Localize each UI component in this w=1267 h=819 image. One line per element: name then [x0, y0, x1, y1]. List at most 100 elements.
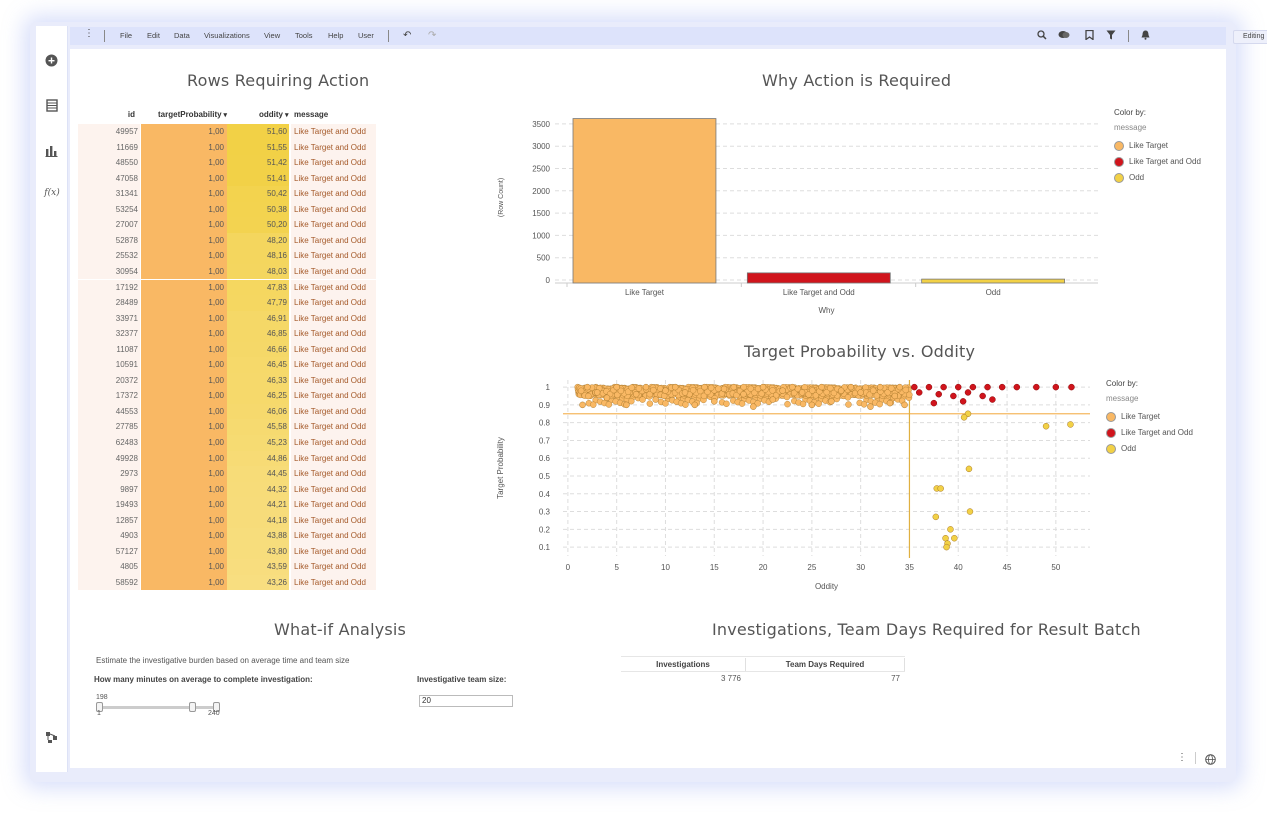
- scatter-point: [911, 383, 918, 391]
- table-row[interactable]: 27007 1,00 50,20 Like Target and Odd: [78, 217, 378, 233]
- minutes-slider-thumb[interactable]: [189, 702, 197, 712]
- legend-label: Like Target: [1121, 412, 1160, 421]
- visualizations-icon[interactable]: [44, 144, 59, 159]
- cell-message: Like Target and Odd: [291, 481, 376, 498]
- table-row[interactable]: 49928 1,00 44,86 Like Target and Odd: [78, 450, 378, 467]
- menu-edit[interactable]: Edit: [147, 31, 160, 40]
- menu-file[interactable]: File: [120, 31, 132, 40]
- more-options-icon[interactable]: ⋮: [1177, 752, 1187, 763]
- menu-help[interactable]: Help: [328, 31, 343, 40]
- team-size-input[interactable]: 20: [419, 695, 513, 707]
- bar: [746, 272, 891, 284]
- table-row[interactable]: 17192 1,00 47,83 Like Target and Odd: [78, 279, 378, 295]
- cell-id: 11087: [78, 341, 140, 358]
- menu-divider: [104, 30, 105, 42]
- globe-icon[interactable]: [1205, 752, 1216, 770]
- bar-chart: 0 500 1000 1500 2000 2500 3000 3500 Like Target L…: [498, 118, 1098, 315]
- more-menu-icon[interactable]: ⋮: [84, 28, 94, 39]
- cell-targetprobability: 1,00: [141, 295, 227, 311]
- cell-id: 20372: [78, 372, 140, 389]
- menu-data[interactable]: Data: [174, 31, 190, 40]
- menu-visualizations[interactable]: Visualizations: [204, 31, 250, 40]
- table-row[interactable]: 12857 1,00 44,18 Like Target and Odd: [78, 512, 378, 529]
- cell-id: 9897: [78, 481, 140, 498]
- y-tick-label: 3500: [532, 120, 550, 129]
- table-row[interactable]: 33971 1,00 46,91 Like Target and Odd: [78, 310, 378, 327]
- scatter-point: [652, 396, 659, 403]
- cell-oddity: 51,42: [227, 155, 289, 171]
- table-row[interactable]: 28489 1,00 47,79 Like Target and Odd: [78, 295, 378, 311]
- table-row[interactable]: 44553 1,00 46,06 Like Target and Odd: [78, 403, 378, 420]
- data-table-icon[interactable]: [44, 99, 59, 114]
- table-row[interactable]: 31341 1,00 50,42 Like Target and Odd: [78, 186, 378, 202]
- scatter-point: [671, 383, 679, 391]
- table-row[interactable]: 4903 1,00 43,88 Like Target and Odd: [78, 528, 378, 544]
- table-row[interactable]: 11669 1,00 51,55 Like Target and Odd: [78, 139, 378, 156]
- table-row[interactable]: 20372 1,00 46,33 Like Target and Odd: [78, 372, 378, 389]
- table-row[interactable]: 27785 1,00 45,58 Like Target and Odd: [78, 419, 378, 435]
- table-row[interactable]: 17372 1,00 46,25 Like Target and Odd: [78, 388, 378, 404]
- table-row[interactable]: 30954 1,00 48,03 Like Target and Odd: [78, 263, 378, 280]
- menu-tools[interactable]: Tools: [295, 31, 313, 40]
- table-row[interactable]: 62483 1,00 45,23 Like Target and Odd: [78, 435, 378, 451]
- table-row[interactable]: 10591 1,00 46,45 Like Target and Odd: [78, 357, 378, 373]
- legend-item-odd[interactable]: Odd: [1114, 170, 1201, 186]
- redo-icon[interactable]: ↷: [428, 30, 436, 41]
- hierarchy-icon[interactable]: [44, 731, 59, 746]
- menu-user[interactable]: User: [358, 31, 374, 40]
- scatter-point: [635, 385, 643, 392]
- search-icon[interactable]: [1037, 30, 1047, 43]
- column-header-targetprobability[interactable]: targetProbability ▾: [158, 110, 227, 124]
- y-tick-label: 0.7: [539, 436, 551, 445]
- scatter-point: [947, 526, 954, 533]
- table-row[interactable]: 25532 1,00 48,16 Like Target and Odd: [78, 248, 378, 264]
- column-header-id[interactable]: id: [78, 110, 135, 124]
- table-row[interactable]: 48550 1,00 51,42 Like Target and Odd: [78, 155, 378, 171]
- x-tick-label: 15: [710, 563, 719, 572]
- cell-id: 27785: [78, 419, 140, 435]
- cell-oddity: 44,86: [227, 450, 289, 467]
- scatter-point: [1052, 383, 1060, 391]
- table-row[interactable]: 19493 1,00 44,21 Like Target and Odd: [78, 497, 378, 513]
- scatter-point: [989, 396, 996, 403]
- cell-targetprobability: 1,00: [141, 419, 227, 435]
- scatter-point: [960, 414, 968, 421]
- column-header-oddity[interactable]: oddity ▾: [259, 110, 288, 124]
- minutes-slider-track[interactable]: [99, 706, 217, 709]
- scatter-point: [966, 508, 974, 515]
- menu-view[interactable]: View: [264, 31, 280, 40]
- comments-icon[interactable]: [1058, 30, 1070, 43]
- table-divider: [621, 656, 905, 657]
- table-row[interactable]: 47058 1,00 51,41 Like Target and Odd: [78, 170, 378, 187]
- table-row[interactable]: 52878 1,00 48,20 Like Target and Odd: [78, 232, 378, 249]
- table-row[interactable]: 11087 1,00 46,66 Like Target and Odd: [78, 341, 378, 358]
- notifications-icon[interactable]: [1141, 30, 1150, 43]
- mode-select[interactable]: Editing ⌄: [1233, 30, 1267, 44]
- undo-icon[interactable]: ↶: [403, 30, 411, 41]
- filter-icon[interactable]: [1106, 30, 1116, 43]
- table-row[interactable]: 58592 1,00 43,26 Like Target and Odd: [78, 574, 378, 591]
- column-header-investigations[interactable]: Investigations: [621, 658, 746, 671]
- bookmark-icon[interactable]: [1085, 29, 1094, 43]
- table-row[interactable]: 53254 1,00 50,38 Like Target and Odd: [78, 201, 378, 218]
- add-icon[interactable]: [44, 54, 59, 69]
- table-row[interactable]: 2973 1,00 44,45 Like Target and Odd: [78, 466, 378, 482]
- table-row[interactable]: 9897 1,00 44,32 Like Target and Odd: [78, 481, 378, 498]
- legend-item-odd[interactable]: Odd: [1106, 441, 1193, 457]
- legend-item-like-target-and-odd[interactable]: Like Target and Odd: [1114, 154, 1201, 170]
- table-row[interactable]: 57127 1,00 43,80 Like Target and Odd: [78, 543, 378, 560]
- x-axis-label: Why: [819, 306, 835, 315]
- column-header-message[interactable]: message: [294, 110, 328, 124]
- table-row[interactable]: 32377 1,00 46,85 Like Target and Odd: [78, 326, 378, 342]
- cell-id: 57127: [78, 543, 140, 560]
- cell-oddity: 43,26: [227, 574, 289, 591]
- legend-item-like-target[interactable]: Like Target: [1114, 138, 1201, 154]
- cell-targetprobability: 1,00: [141, 326, 227, 342]
- cell-oddity: 46,06: [227, 403, 289, 420]
- table-row[interactable]: 49957 1,00 51,60 Like Target and Odd: [78, 124, 378, 140]
- legend-item-like-target-and-odd[interactable]: Like Target and Odd: [1106, 425, 1193, 441]
- table-row[interactable]: 4805 1,00 43,59 Like Target and Odd: [78, 559, 378, 575]
- column-header-team-days[interactable]: Team Days Required: [746, 658, 905, 671]
- legend-item-like-target[interactable]: Like Target: [1106, 409, 1193, 425]
- function-icon[interactable]: f(x): [42, 188, 62, 203]
